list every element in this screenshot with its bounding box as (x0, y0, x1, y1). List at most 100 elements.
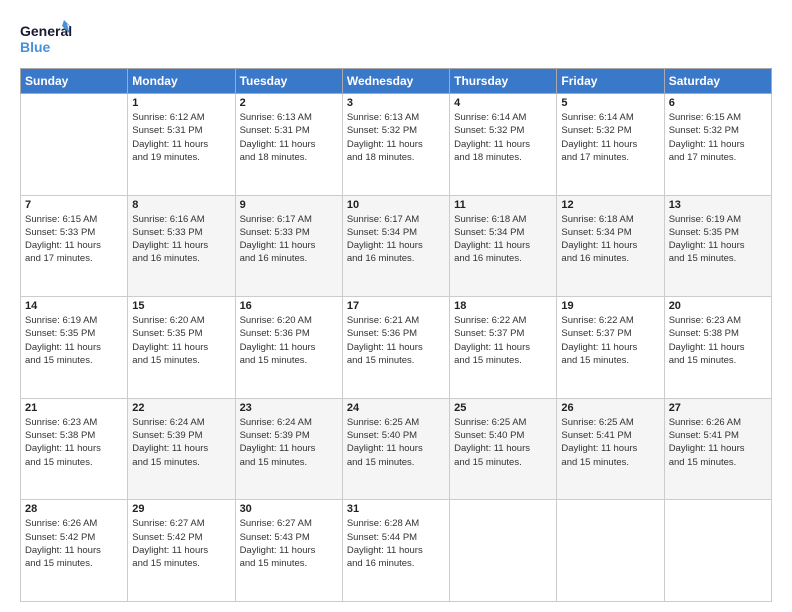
day-number: 15 (132, 300, 230, 312)
calendar-week-4: 21 Sunrise: 6:23 AMSunset: 5:38 PMDayligh… (21, 398, 772, 500)
day-info: Sunrise: 6:16 AMSunset: 5:33 PMDaylight:… (132, 213, 230, 266)
calendar-cell (664, 500, 771, 602)
day-number: 13 (669, 199, 767, 211)
calendar-cell: 29 Sunrise: 6:27 AMSunset: 5:42 PMDayligh… (128, 500, 235, 602)
calendar-cell: 20 Sunrise: 6:23 AMSunset: 5:38 PMDayligh… (664, 297, 771, 399)
calendar-cell: 19 Sunrise: 6:22 AMSunset: 5:37 PMDayligh… (557, 297, 664, 399)
day-info: Sunrise: 6:22 AMSunset: 5:37 PMDaylight:… (454, 314, 552, 367)
calendar-cell: 11Sunrise: 6:18 AMSunset: 5:34 PMDayligh… (450, 195, 557, 297)
weekday-header-wednesday: Wednesday (342, 69, 449, 94)
day-number: 6 (669, 97, 767, 109)
day-info: Sunrise: 6:24 AMSunset: 5:39 PMDaylight:… (240, 416, 338, 469)
day-number: 3 (347, 97, 445, 109)
day-number: 19 (561, 300, 659, 312)
calendar-cell (21, 94, 128, 196)
day-info: Sunrise: 6:23 AMSunset: 5:38 PMDaylight:… (669, 314, 767, 367)
calendar-cell: 14 Sunrise: 6:19 AMSunset: 5:35 PMDayligh… (21, 297, 128, 399)
day-number: 5 (561, 97, 659, 109)
day-number: 4 (454, 97, 552, 109)
calendar-cell: 9 Sunrise: 6:17 AMSunset: 5:33 PMDaylight… (235, 195, 342, 297)
day-number: 17 (347, 300, 445, 312)
calendar-cell: 10 Sunrise: 6:17 AMSunset: 5:34 PMDayligh… (342, 195, 449, 297)
calendar-cell: 7 Sunrise: 6:15 AMSunset: 5:33 PMDaylight… (21, 195, 128, 297)
day-info: Sunrise: 6:15 AMSunset: 5:32 PMDaylight:… (669, 111, 767, 164)
weekday-header-saturday: Saturday (664, 69, 771, 94)
calendar-cell: 30 Sunrise: 6:27 AMSunset: 5:43 PMDayligh… (235, 500, 342, 602)
day-number: 25 (454, 402, 552, 414)
day-info: Sunrise: 6:19 AMSunset: 5:35 PMDaylight:… (669, 213, 767, 266)
calendar-cell: 25 Sunrise: 6:25 AMSunset: 5:40 PMDayligh… (450, 398, 557, 500)
day-number: 8 (132, 199, 230, 211)
day-number: 20 (669, 300, 767, 312)
day-number: 28 (25, 503, 123, 515)
day-number: 1 (132, 97, 230, 109)
day-info: Sunrise: 6:19 AMSunset: 5:35 PMDaylight:… (25, 314, 123, 367)
day-info: Sunrise: 6:12 AMSunset: 5:31 PMDaylight:… (132, 111, 230, 164)
day-number: 26 (561, 402, 659, 414)
day-number: 31 (347, 503, 445, 515)
calendar-header-row: SundayMondayTuesdayWednesdayThursdayFrid… (21, 69, 772, 94)
calendar-cell: 23 Sunrise: 6:24 AMSunset: 5:39 PMDayligh… (235, 398, 342, 500)
day-info: Sunrise: 6:25 AMSunset: 5:40 PMDaylight:… (454, 416, 552, 469)
day-number: 2 (240, 97, 338, 109)
weekday-header-sunday: Sunday (21, 69, 128, 94)
day-info: Sunrise: 6:17 AMSunset: 5:34 PMDaylight:… (347, 213, 445, 266)
day-info: Sunrise: 6:14 AMSunset: 5:32 PMDaylight:… (561, 111, 659, 164)
svg-text:Blue: Blue (20, 39, 51, 55)
calendar-cell: 27 Sunrise: 6:26 AMSunset: 5:41 PMDayligh… (664, 398, 771, 500)
day-number: 12 (561, 199, 659, 211)
weekday-header-friday: Friday (557, 69, 664, 94)
calendar-table: SundayMondayTuesdayWednesdayThursdayFrid… (20, 68, 772, 602)
day-info: Sunrise: 6:15 AMSunset: 5:33 PMDaylight:… (25, 213, 123, 266)
day-number: 22 (132, 402, 230, 414)
calendar-cell: 28 Sunrise: 6:26 AMSunset: 5:42 PMDayligh… (21, 500, 128, 602)
calendar-cell (450, 500, 557, 602)
calendar-cell: 4Sunrise: 6:14 AMSunset: 5:32 PMDaylight… (450, 94, 557, 196)
day-number: 27 (669, 402, 767, 414)
day-info: Sunrise: 6:13 AMSunset: 5:31 PMDaylight:… (240, 111, 338, 164)
day-number: 24 (347, 402, 445, 414)
calendar-cell: 26Sunrise: 6:25 AMSunset: 5:41 PMDayligh… (557, 398, 664, 500)
day-number: 10 (347, 199, 445, 211)
calendar-week-5: 28 Sunrise: 6:26 AMSunset: 5:42 PMDayligh… (21, 500, 772, 602)
logo-svg: GeneralBlue (20, 18, 72, 58)
calendar-cell: 5 Sunrise: 6:14 AMSunset: 5:32 PMDaylight… (557, 94, 664, 196)
calendar-cell: 31Sunrise: 6:28 AMSunset: 5:44 PMDayligh… (342, 500, 449, 602)
calendar-cell: 22 Sunrise: 6:24 AMSunset: 5:39 PMDayligh… (128, 398, 235, 500)
calendar-cell: 6 Sunrise: 6:15 AMSunset: 5:32 PMDaylight… (664, 94, 771, 196)
calendar-cell: 8 Sunrise: 6:16 AMSunset: 5:33 PMDaylight… (128, 195, 235, 297)
logo: GeneralBlue (20, 18, 72, 58)
calendar-cell: 3 Sunrise: 6:13 AMSunset: 5:32 PMDaylight… (342, 94, 449, 196)
header: GeneralBlue (20, 18, 772, 58)
day-info: Sunrise: 6:26 AMSunset: 5:41 PMDaylight:… (669, 416, 767, 469)
day-number: 7 (25, 199, 123, 211)
weekday-header-thursday: Thursday (450, 69, 557, 94)
day-number: 14 (25, 300, 123, 312)
day-number: 21 (25, 402, 123, 414)
calendar-cell: 21 Sunrise: 6:23 AMSunset: 5:38 PMDayligh… (21, 398, 128, 500)
day-info: Sunrise: 6:27 AMSunset: 5:43 PMDaylight:… (240, 517, 338, 570)
calendar-cell: 24Sunrise: 6:25 AMSunset: 5:40 PMDayligh… (342, 398, 449, 500)
day-info: Sunrise: 6:13 AMSunset: 5:32 PMDaylight:… (347, 111, 445, 164)
day-number: 16 (240, 300, 338, 312)
day-number: 9 (240, 199, 338, 211)
calendar-body: 1 Sunrise: 6:12 AMSunset: 5:31 PMDaylight… (21, 94, 772, 602)
day-info: Sunrise: 6:21 AMSunset: 5:36 PMDaylight:… (347, 314, 445, 367)
day-number: 23 (240, 402, 338, 414)
day-number: 18 (454, 300, 552, 312)
day-number: 29 (132, 503, 230, 515)
day-info: Sunrise: 6:27 AMSunset: 5:42 PMDaylight:… (132, 517, 230, 570)
day-info: Sunrise: 6:24 AMSunset: 5:39 PMDaylight:… (132, 416, 230, 469)
calendar-cell: 12 Sunrise: 6:18 AMSunset: 5:34 PMDayligh… (557, 195, 664, 297)
day-number: 30 (240, 503, 338, 515)
day-info: Sunrise: 6:23 AMSunset: 5:38 PMDaylight:… (25, 416, 123, 469)
calendar-week-2: 7 Sunrise: 6:15 AMSunset: 5:33 PMDaylight… (21, 195, 772, 297)
day-info: Sunrise: 6:22 AMSunset: 5:37 PMDaylight:… (561, 314, 659, 367)
calendar-week-1: 1 Sunrise: 6:12 AMSunset: 5:31 PMDaylight… (21, 94, 772, 196)
day-info: Sunrise: 6:26 AMSunset: 5:42 PMDaylight:… (25, 517, 123, 570)
day-number: 11 (454, 199, 552, 211)
day-info: Sunrise: 6:18 AMSunset: 5:34 PMDaylight:… (561, 213, 659, 266)
day-info: Sunrise: 6:17 AMSunset: 5:33 PMDaylight:… (240, 213, 338, 266)
weekday-header-monday: Monday (128, 69, 235, 94)
calendar-cell: 16Sunrise: 6:20 AMSunset: 5:36 PMDayligh… (235, 297, 342, 399)
